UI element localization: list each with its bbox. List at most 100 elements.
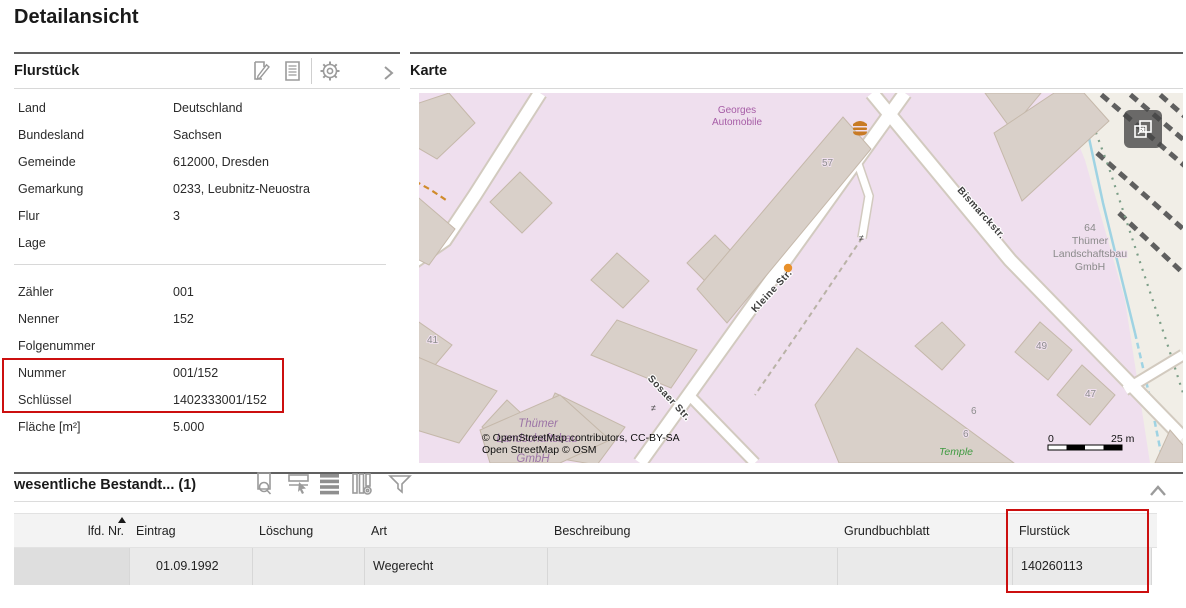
rows-density-glyph bbox=[318, 471, 342, 497]
field-value: Sachsen bbox=[173, 128, 222, 142]
field-row-schluessel: Schlüssel1402333001/152 bbox=[14, 386, 400, 413]
field-value: 001/152 bbox=[173, 366, 218, 380]
field-row-gemarkung: Gemarkung0233, Leubnitz-Neuostra bbox=[14, 175, 400, 202]
document-icon-glyph bbox=[281, 59, 305, 83]
field-row-flur: Flur3 bbox=[14, 202, 400, 229]
svg-text:0: 0 bbox=[1048, 433, 1054, 445]
field-row-land: LandDeutschland bbox=[14, 94, 400, 121]
document-icon[interactable] bbox=[279, 57, 307, 85]
map-svg: ≠ ≠ Georges Automobile 57 41 49 47 6 6 K… bbox=[419, 93, 1183, 463]
fastfood-icon bbox=[853, 121, 867, 136]
column-header-eintrag[interactable]: Eintrag bbox=[130, 514, 253, 549]
table-header-row: lfd. Nr. Eintrag Löschung Art Beschreibu… bbox=[14, 513, 1157, 548]
cell-flurstueck: 140260113 bbox=[1013, 548, 1152, 585]
svg-text:Thümer: Thümer bbox=[1072, 235, 1109, 247]
field-row-gemeinde: Gemeinde612000, Dresden bbox=[14, 148, 400, 175]
filter-icon[interactable] bbox=[386, 470, 414, 498]
page-title: Detailansicht bbox=[14, 6, 138, 29]
column-settings-icon[interactable] bbox=[348, 470, 376, 498]
preview-document-glyph bbox=[253, 471, 277, 497]
barrier-icon: ≠ bbox=[651, 403, 656, 413]
field-label: Nummer bbox=[14, 366, 173, 380]
rows-density-icon[interactable] bbox=[316, 470, 344, 498]
field-label: Nenner bbox=[14, 312, 173, 326]
poi-georges-label-line1: Georges bbox=[718, 105, 756, 116]
column-header-flurstueck[interactable]: Flurstück bbox=[1013, 514, 1152, 549]
field-value: 5.000 bbox=[173, 420, 204, 434]
column-header-loeschung[interactable]: Löschung bbox=[253, 514, 365, 549]
field-row-flaeche: Fläche [m²]5.000 bbox=[14, 413, 400, 440]
svg-text:Thümer: Thümer bbox=[518, 418, 559, 430]
house-number-47: 47 bbox=[1085, 389, 1097, 400]
road-service-loop bbox=[855, 155, 869, 238]
field-row-folgenummer: Folgenummer bbox=[14, 332, 400, 359]
sort-ascending-icon bbox=[118, 517, 126, 523]
field-label: Flur bbox=[14, 209, 173, 223]
house-number-49: 49 bbox=[1036, 341, 1048, 352]
filter-icon-glyph bbox=[387, 471, 413, 497]
flurstueck-group-separator bbox=[14, 264, 386, 265]
edit-icon[interactable] bbox=[247, 57, 275, 85]
preview-document-icon[interactable] bbox=[251, 470, 279, 498]
field-value: 1402333001/152 bbox=[173, 393, 267, 407]
chevron-right-icon[interactable] bbox=[374, 59, 402, 87]
gear-icon[interactable] bbox=[316, 57, 344, 85]
cell-beschreibung bbox=[548, 548, 838, 585]
field-value: 152 bbox=[173, 312, 194, 326]
field-label: Bundesland bbox=[14, 128, 173, 142]
map-expand-button[interactable] bbox=[1124, 110, 1162, 148]
field-label: Gemeinde bbox=[14, 155, 173, 169]
field-label: Folgenummer bbox=[14, 339, 173, 353]
gear-icon-glyph bbox=[317, 58, 343, 84]
map-canvas[interactable]: ≠ ≠ Georges Automobile 57 41 49 47 6 6 K… bbox=[419, 93, 1183, 463]
cell-eintrag: 01.09.1992 bbox=[130, 548, 253, 585]
edit-icon-glyph bbox=[249, 59, 273, 83]
field-row-zaehler: Zähler001 bbox=[14, 278, 400, 305]
map-attribution-line2: Open StreetMap © OSM bbox=[482, 444, 597, 456]
expand-map-icon bbox=[1132, 118, 1154, 140]
map-scale-bar: 0 25 m bbox=[1048, 433, 1135, 450]
house-number-6b: 6 bbox=[963, 429, 969, 440]
poi-georges-label-line2: Automobile bbox=[712, 117, 762, 128]
field-value: 0233, Leubnitz-Neuostra bbox=[173, 182, 310, 196]
select-row-icon[interactable] bbox=[285, 470, 313, 498]
construction-path bbox=[419, 181, 449, 202]
cell-art: Wegerecht bbox=[365, 548, 548, 585]
field-row-bundesland: BundeslandSachsen bbox=[14, 121, 400, 148]
barrier-icon: ≠ bbox=[859, 233, 864, 243]
cell-loeschung bbox=[253, 548, 365, 585]
table-panel-title: wesentliche Bestandt... (1) bbox=[14, 477, 196, 493]
toolbar-divider bbox=[311, 58, 312, 84]
chevron-up-glyph bbox=[1147, 483, 1169, 499]
field-label: Gemarkung bbox=[14, 182, 173, 196]
flurstueck-header-separator bbox=[14, 88, 400, 89]
karte-header-separator bbox=[410, 88, 1183, 89]
field-label: Schlüssel bbox=[14, 393, 173, 407]
house-number-57: 57 bbox=[822, 158, 834, 169]
map-attribution-line1: © OpenStreetMap contributors, CC-BY-SA bbox=[482, 432, 680, 444]
chevron-right-glyph bbox=[378, 63, 398, 83]
field-value: 001 bbox=[173, 285, 194, 299]
field-value: 612000, Dresden bbox=[173, 155, 269, 169]
svg-text:Landschaftsbau: Landschaftsbau bbox=[1053, 248, 1127, 260]
field-label: Zähler bbox=[14, 285, 173, 299]
column-header-beschreibung[interactable]: Beschreibung bbox=[548, 514, 838, 549]
field-row-nenner: Nenner152 bbox=[14, 305, 400, 332]
field-value: 3 bbox=[173, 209, 180, 223]
table-header-separator bbox=[14, 501, 1183, 502]
flurstueck-panel-title: Flurstück bbox=[14, 63, 79, 79]
house-number-41: 41 bbox=[427, 335, 439, 346]
column-header-lfd-nr[interactable]: lfd. Nr. bbox=[14, 514, 130, 549]
table-row[interactable]: 01.09.1992 Wegerecht 140260113 bbox=[14, 548, 1157, 585]
karte-panel-title: Karte bbox=[410, 63, 447, 79]
column-header-art[interactable]: Art bbox=[365, 514, 548, 549]
buildings bbox=[419, 93, 1183, 463]
field-value: Deutschland bbox=[173, 101, 243, 115]
road-sosaer-str bbox=[689, 395, 755, 463]
column-header-grundbuchblatt[interactable]: Grundbuchblatt bbox=[838, 514, 1013, 549]
field-label: Lage bbox=[14, 236, 173, 250]
cell-lfd-nr bbox=[14, 548, 130, 585]
poi-temple-label: Temple bbox=[939, 446, 973, 458]
house-number-6a: 6 bbox=[971, 406, 977, 417]
column-settings-glyph bbox=[350, 471, 374, 497]
